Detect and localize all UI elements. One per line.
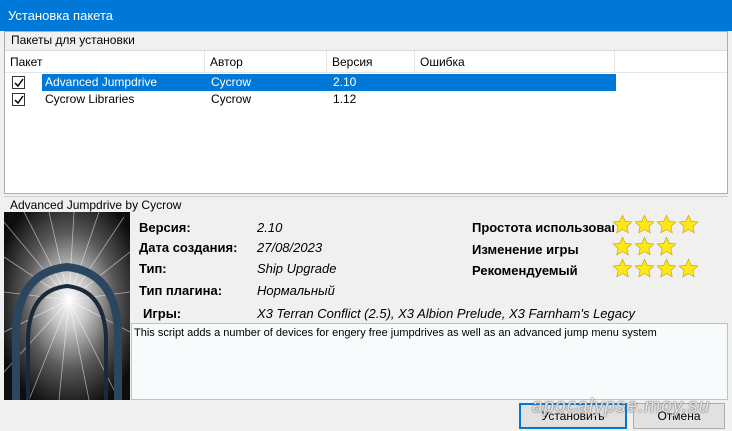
games-value: X3 Terran Conflict (2.5), X3 Albion Prel… xyxy=(257,306,635,321)
star-icon xyxy=(678,258,699,278)
type-label: Тип: xyxy=(139,261,167,276)
packages-listview[interactable]: Пакет Автор Версия Ошибка Advanced Jumpd… xyxy=(5,50,727,193)
rating-label-game-change: Изменение игры xyxy=(472,242,579,257)
jumpdrive-tunnel-image xyxy=(4,212,130,400)
checkmark-icon xyxy=(14,95,24,105)
type-value: Ship Upgrade xyxy=(257,261,337,276)
star-icon xyxy=(612,258,633,278)
column-header-version[interactable]: Версия xyxy=(327,51,415,73)
star-icon xyxy=(656,258,677,278)
package-name: Cycrow Libraries xyxy=(45,92,135,106)
star-icon xyxy=(634,258,655,278)
window-title: Установка пакета xyxy=(8,8,113,23)
rating-stars-ease xyxy=(612,214,700,238)
cancel-button[interactable]: Отмена xyxy=(633,403,725,429)
star-icon xyxy=(612,214,633,234)
column-header-package[interactable]: Пакет xyxy=(5,51,205,73)
packages-group: Пакеты для установки Пакет Автор Версия … xyxy=(4,31,728,194)
rating-stars-recommended xyxy=(612,258,700,282)
star-icon xyxy=(678,214,699,234)
star-icon xyxy=(634,236,655,256)
package-author: Cycrow xyxy=(211,92,252,106)
package-row-advanced-jumpdrive[interactable]: Advanced Jumpdrive Cycrow 2.10 xyxy=(5,74,727,91)
column-header-author[interactable]: Автор xyxy=(205,51,327,73)
rating-label-recommended: Рекомендуемый xyxy=(472,263,578,278)
install-button[interactable]: Установить xyxy=(519,403,627,429)
checkmark-icon xyxy=(14,78,24,88)
plugin-type-label: Тип плагина: xyxy=(139,283,223,298)
created-label: Дата создания: xyxy=(139,240,238,255)
description-text: This script adds a number of devices for… xyxy=(134,327,657,339)
version-value: 2.10 xyxy=(257,220,283,235)
package-checkbox[interactable] xyxy=(12,76,25,89)
rating-label-ease: Простота использования xyxy=(472,220,614,235)
rating-stars-game-change xyxy=(612,236,678,260)
star-icon xyxy=(634,214,655,234)
star-icon xyxy=(612,236,633,256)
package-author: Cycrow xyxy=(211,75,252,89)
package-version: 2.10 xyxy=(333,75,357,89)
star-icon xyxy=(656,214,677,234)
plugin-type-value: Нормальный xyxy=(257,283,335,298)
created-value: 27/08/2023 xyxy=(257,240,323,255)
window-title-bar: Установка пакета xyxy=(0,0,732,31)
package-preview-image xyxy=(4,212,130,400)
games-label: Игры: xyxy=(143,306,182,321)
packages-group-title: Пакеты для установки xyxy=(11,33,135,47)
listview-header: Пакет Автор Версия Ошибка xyxy=(5,51,727,73)
package-checkbox[interactable] xyxy=(12,93,25,106)
version-label: Версия: xyxy=(139,220,191,235)
column-header-error[interactable]: Ошибка xyxy=(415,51,615,73)
package-row-cycrow-libraries[interactable]: Cycrow Libraries Cycrow 1.12 xyxy=(5,91,727,108)
description-textbox[interactable]: This script adds a number of devices for… xyxy=(131,323,728,400)
package-version: 1.12 xyxy=(333,92,357,106)
star-icon xyxy=(656,236,677,256)
package-name: Advanced Jumpdrive xyxy=(45,75,158,89)
package-details-title: Advanced Jumpdrive by Cycrow xyxy=(10,198,182,212)
